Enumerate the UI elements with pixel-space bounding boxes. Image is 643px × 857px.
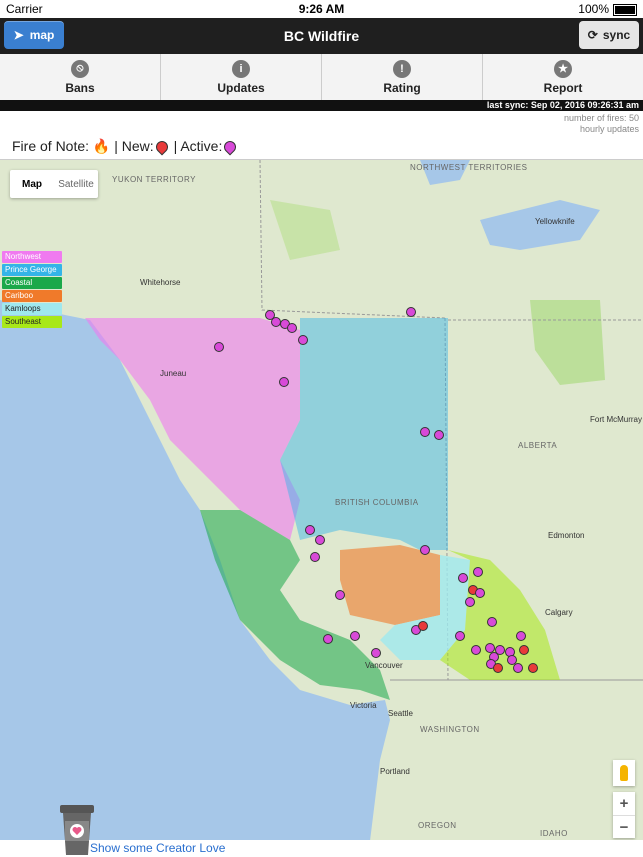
fire-pin[interactable]	[350, 631, 360, 641]
tab-bar: ⦸ Bans i Updates ! Rating ★ Report	[0, 54, 643, 101]
map-label-seattle: Seattle	[388, 709, 413, 718]
fire-pin[interactable]	[214, 342, 224, 352]
map-label-yellowknife: Yellowknife	[535, 217, 575, 226]
fire-pin[interactable]	[279, 377, 289, 387]
map-type-map[interactable]: Map	[10, 170, 54, 198]
fire-pin[interactable]	[298, 335, 308, 345]
fire-pin[interactable]	[420, 545, 430, 555]
star-icon: ★	[554, 59, 572, 78]
fire-pin[interactable]	[434, 430, 444, 440]
tab-bans[interactable]: ⦸ Bans	[0, 54, 161, 100]
fire-pin[interactable]	[471, 645, 481, 655]
fire-pin[interactable]	[455, 631, 465, 641]
map-label-idaho: IDAHO	[540, 829, 568, 838]
fire-pin[interactable]	[513, 663, 523, 673]
region-coastal: Coastal	[2, 277, 62, 289]
fire-pin[interactable]	[287, 323, 297, 333]
map-label-calgary: Calgary	[545, 608, 573, 617]
app-title: BC Wildfire	[283, 28, 360, 44]
fire-pin[interactable]	[335, 590, 345, 600]
region-prince-george: Prince George	[2, 264, 62, 276]
fire-pin[interactable]	[323, 634, 333, 644]
sync-status-bar: last sync: Sep 02, 2016 09:26:31 am	[0, 100, 643, 111]
map-label-whitehorse: Whitehorse	[140, 278, 181, 287]
fire-pin[interactable]	[271, 317, 281, 327]
info-icon: i	[232, 59, 250, 78]
map-label-victoria: Victoria	[350, 701, 377, 710]
status-bar: Carrier 9:26 AM 100%	[0, 0, 643, 18]
fire-pin-new[interactable]	[418, 621, 428, 631]
coffee-cup-icon[interactable]	[58, 803, 96, 857]
fire-pin[interactable]	[406, 307, 416, 317]
fire-map[interactable]: YUKON TERRITORY NORTHWEST TERRITORIES BR…	[0, 159, 643, 841]
fire-pin[interactable]	[458, 573, 468, 583]
creator-love-link[interactable]: Show some Creator Love	[90, 841, 225, 855]
fire-pin-new[interactable]	[493, 663, 503, 673]
ban-icon: ⦸	[71, 59, 89, 78]
region-kamloops: Kamloops	[2, 303, 62, 315]
fire-pin[interactable]	[507, 655, 517, 665]
map-label-fort-mcmurray: Fort McMurray	[590, 415, 642, 424]
region-southeast: Southeast	[2, 316, 62, 328]
refresh-icon: ⟳	[587, 28, 598, 42]
fire-pin[interactable]	[473, 567, 483, 577]
map-label-yukon: YUKON TERRITORY	[112, 175, 196, 184]
fire-pin[interactable]	[420, 427, 430, 437]
fire-pin[interactable]	[465, 597, 475, 607]
region-legend: Northwest Prince George Coastal Cariboo …	[2, 251, 62, 329]
fire-pin-new[interactable]	[528, 663, 538, 673]
zoom-controls: + −	[613, 792, 635, 838]
fire-pin[interactable]	[310, 552, 320, 562]
fire-meta: number of fires: 50 hourly updates	[564, 113, 639, 135]
map-label-washington: WASHINGTON	[420, 725, 480, 734]
map-label-portland: Portland	[380, 767, 410, 776]
fire-pin[interactable]	[485, 643, 495, 653]
footer: Show some Creator Love	[0, 840, 643, 857]
map-canvas: YUKON TERRITORY NORTHWEST TERRITORIES BR…	[0, 160, 643, 841]
map-label-nwt: NORTHWEST TERRITORIES	[410, 163, 527, 172]
fire-pin[interactable]	[475, 588, 485, 598]
battery-indicator: 100%	[578, 2, 637, 16]
sync-button[interactable]: ⟳ sync	[579, 21, 639, 49]
map-label-oregon: OREGON	[418, 821, 457, 830]
warning-icon: !	[393, 59, 411, 78]
map-type-satellite[interactable]: Satellite	[54, 170, 98, 198]
fire-pin[interactable]	[305, 525, 315, 535]
tab-rating[interactable]: ! Rating	[322, 54, 483, 100]
tab-report[interactable]: ★ Report	[483, 54, 643, 100]
map-label-vancouver: Vancouver	[365, 661, 403, 670]
battery-icon	[613, 3, 637, 16]
fire-pin[interactable]	[371, 648, 381, 658]
tab-updates[interactable]: i Updates	[161, 54, 322, 100]
flame-icon: 🔥	[92, 138, 111, 154]
fire-pin[interactable]	[487, 617, 497, 627]
clock: 9:26 AM	[298, 2, 345, 16]
new-pin-icon	[153, 138, 171, 156]
map-label-bc: BRITISH COLUMBIA	[335, 498, 419, 507]
fire-pin-new[interactable]	[519, 645, 529, 655]
fire-pin[interactable]	[315, 535, 325, 545]
map-label-juneau: Juneau	[160, 369, 186, 378]
region-cariboo: Cariboo	[2, 290, 62, 302]
region-northwest: Northwest	[2, 251, 62, 263]
map-label-alberta: ALBERTA	[518, 441, 557, 450]
update-frequency: hourly updates	[579, 124, 639, 134]
fire-legend: Fire of Note: 🔥 | New: | Active:	[12, 138, 239, 156]
street-view-pegman[interactable]	[613, 760, 635, 786]
active-pin-icon	[221, 138, 239, 156]
fire-pin[interactable]	[516, 631, 526, 641]
fire-count: number of fires: 50	[563, 113, 639, 123]
zoom-out-button[interactable]: −	[613, 816, 635, 839]
fire-pin[interactable]	[495, 645, 505, 655]
map-type-toggle: Map Satellite	[10, 170, 98, 198]
nav-bar: ➤ map BC Wildfire ⟳ sync	[0, 18, 643, 54]
zoom-in-button[interactable]: +	[613, 792, 635, 816]
pegman-icon	[620, 765, 628, 781]
map-label-edmonton: Edmonton	[548, 531, 584, 540]
